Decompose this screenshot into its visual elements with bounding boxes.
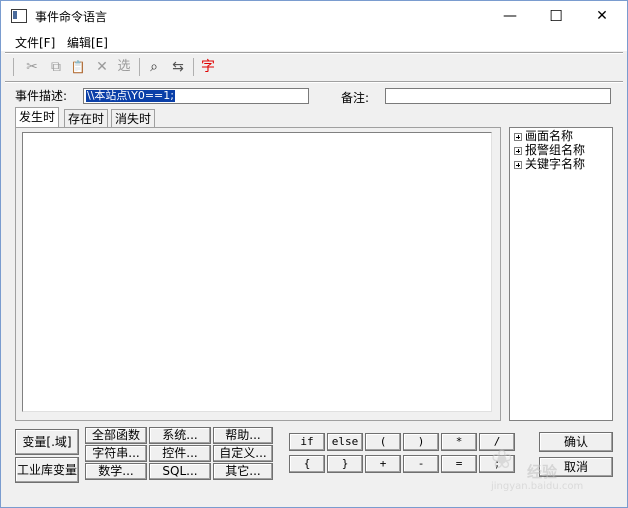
math-button[interactable]: 数学... — [85, 463, 147, 480]
desc-input[interactable]: \\本站点\Y0==1; — [83, 88, 309, 104]
custom-button[interactable]: 自定义... — [213, 445, 273, 462]
key-open-paren[interactable]: ( — [365, 433, 401, 451]
help-button[interactable]: 帮助... — [213, 427, 273, 444]
tree-item-screen[interactable]: 画面名称 — [514, 130, 573, 143]
paw-icon: ❀ — [491, 445, 513, 475]
all-functions-button[interactable]: 全部函数 — [85, 427, 147, 444]
select-icon[interactable]: 选 — [115, 58, 133, 76]
control-button[interactable]: 控件... — [149, 445, 211, 462]
minimize-button[interactable]: — — [487, 1, 533, 31]
tree-item-alarm-group[interactable]: 报警组名称 — [514, 144, 585, 157]
note-label: 备注: — [341, 91, 370, 105]
tree-item-keyword[interactable]: 关键字名称 — [514, 158, 585, 171]
sql-button[interactable]: SQL... — [149, 463, 211, 480]
tab-disappear[interactable]: 消失时 — [111, 109, 156, 127]
title-bar: 事件命令语言 — ☐ ✕ — [1, 1, 627, 31]
close-button[interactable]: ✕ — [579, 1, 625, 31]
font-icon[interactable]: 字 — [199, 58, 217, 76]
key-if[interactable]: if — [289, 433, 325, 451]
replace-icon[interactable]: ⇆ — [169, 58, 187, 76]
note-input[interactable] — [385, 88, 611, 104]
key-close-paren[interactable]: ) — [403, 433, 439, 451]
key-plus[interactable]: + — [365, 455, 401, 473]
toolbar: ✂ ⧉ 📋 ✕ 选 ⌕ ⇆ 字 — [1, 53, 627, 81]
toolbar-grip — [13, 58, 14, 76]
expand-icon[interactable] — [514, 160, 522, 169]
watermark-url: jingyan.baidu.com — [491, 481, 584, 492]
cut-icon[interactable]: ✂ — [23, 58, 41, 76]
key-close-brace[interactable]: } — [327, 455, 363, 473]
copy-icon[interactable]: ⧉ — [47, 58, 65, 76]
script-editor[interactable] — [22, 132, 492, 412]
window: 事件命令语言 — ☐ ✕ 文件[F] 编辑[E] ✂ ⧉ 📋 ✕ 选 ⌕ ⇆ 字… — [0, 0, 628, 508]
watermark: ❀ 经验 jingyan.baidu.com — [471, 441, 621, 497]
find-icon[interactable]: ⌕ — [145, 58, 163, 76]
toolbar-separator — [139, 58, 140, 76]
paste-icon[interactable]: 📋 — [69, 58, 87, 76]
tab-occur[interactable]: 发生时 — [15, 107, 60, 128]
toolbar-divider — [5, 81, 623, 83]
app-icon — [11, 9, 27, 23]
script-editor-panel — [15, 127, 501, 421]
industrial-var-button[interactable]: 工业库变量 — [15, 457, 79, 483]
system-button[interactable]: 系统... — [149, 427, 211, 444]
string-button[interactable]: 字符串... — [85, 445, 147, 462]
menu-file[interactable]: 文件[F] — [15, 34, 55, 51]
toolbar-separator — [193, 58, 194, 76]
desc-label: 事件描述: — [15, 89, 68, 103]
key-minus[interactable]: - — [403, 455, 439, 473]
menu-edit[interactable]: 编辑[E] — [67, 34, 108, 51]
watermark-text: 经验 — [527, 463, 558, 481]
expand-icon[interactable] — [514, 132, 522, 141]
window-title: 事件命令语言 — [35, 10, 108, 24]
maximize-button[interactable]: ☐ — [533, 1, 579, 31]
other-button[interactable]: 其它... — [213, 463, 273, 480]
tab-exist[interactable]: 存在时 — [64, 109, 109, 127]
desc-value: \\本站点\Y0==1; — [86, 89, 175, 102]
key-open-brace[interactable]: { — [289, 455, 325, 473]
name-tree: 画面名称 报警组名称 关键字名称 — [509, 127, 613, 421]
expand-icon[interactable] — [514, 146, 522, 155]
var-field-button[interactable]: 变量[.域] — [15, 429, 79, 455]
delete-icon[interactable]: ✕ — [93, 58, 111, 76]
menu-bar: 文件[F] 编辑[E] — [1, 31, 627, 51]
key-else[interactable]: else — [327, 433, 363, 451]
